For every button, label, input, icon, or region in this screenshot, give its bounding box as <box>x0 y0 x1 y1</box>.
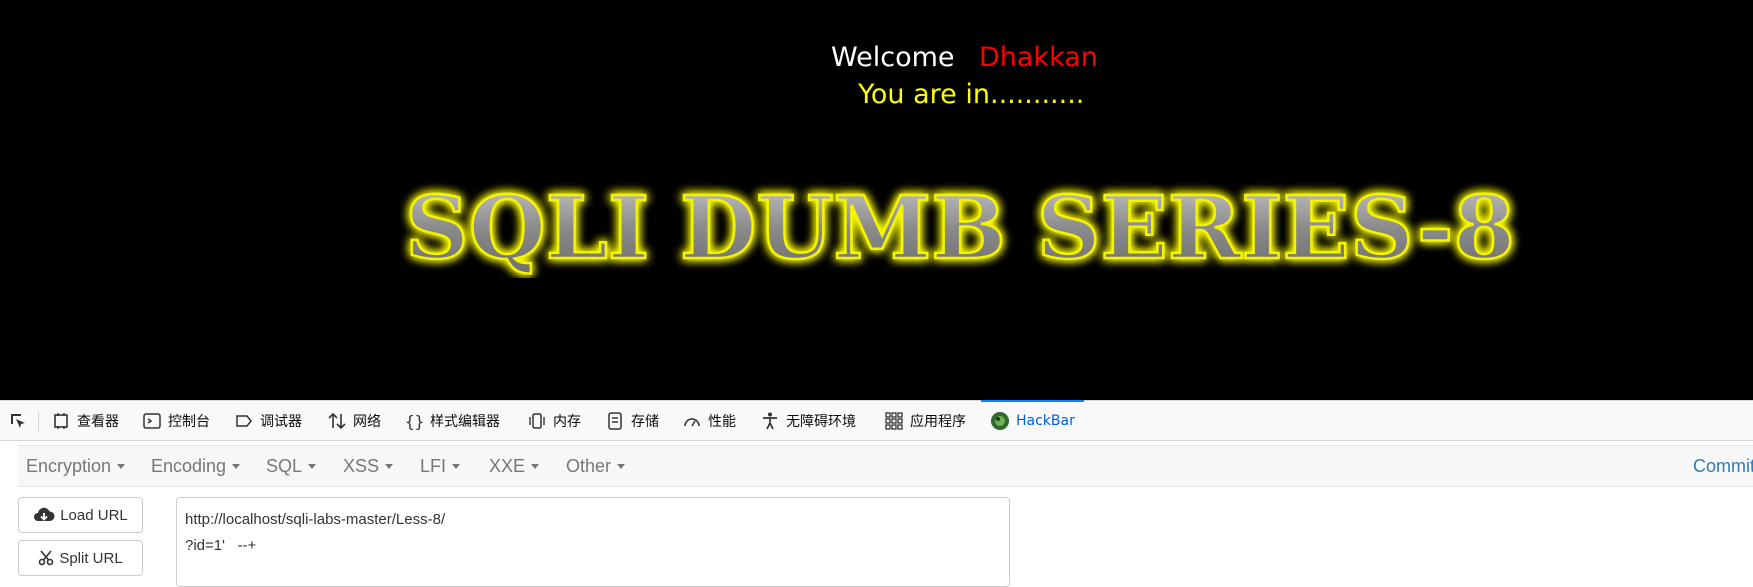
svg-text:{}: {} <box>405 412 424 431</box>
caret-down-icon <box>385 463 394 469</box>
tab-label: 调试器 <box>260 413 302 430</box>
tab-accessibility[interactable]: 无障碍环境 <box>760 401 856 440</box>
menu-encryption[interactable]: Encryption <box>26 446 126 486</box>
tab-label: 内存 <box>553 413 581 430</box>
page-content: Welcome Dhakkan You are in........... SQ… <box>0 0 1753 400</box>
tab-debugger[interactable]: 调试器 <box>234 401 302 440</box>
caret-down-icon <box>117 463 126 469</box>
tab-memory[interactable]: 内存 <box>527 401 581 440</box>
url-line: ?id=1' --+ <box>185 537 257 554</box>
performance-icon <box>684 417 700 426</box>
tab-label: 查看器 <box>77 413 119 430</box>
caret-down-icon <box>232 463 241 469</box>
status-message: You are in........... <box>858 79 1085 110</box>
tab-label: 存储 <box>631 413 659 430</box>
banner-text: SQLI DUMB SERIES-8 <box>405 178 1515 278</box>
tab-network[interactable]: 网络 <box>327 401 381 440</box>
cloud-download-icon <box>34 507 55 521</box>
tab-hackbar[interactable]: HackBar <box>981 400 1084 439</box>
tab-label: 性能 <box>708 413 736 430</box>
tab-label: HackBar <box>1016 412 1075 429</box>
menu-xss[interactable]: XSS <box>343 446 394 486</box>
tab-label: 控制台 <box>168 413 210 430</box>
button-label: Split URL <box>59 549 123 567</box>
style-editor-icon: {} <box>405 412 424 431</box>
element-picker-button[interactable] <box>8 401 28 440</box>
menu-other[interactable]: Other <box>566 446 626 486</box>
menu-lfi[interactable]: LFI <box>420 446 461 486</box>
storage-icon <box>608 411 622 430</box>
menu-label: LFI <box>420 455 447 476</box>
menu-sql[interactable]: SQL <box>266 446 317 486</box>
tab-application[interactable]: 应用程序 <box>884 401 966 440</box>
pick-element-icon <box>11 413 25 428</box>
menu-label: XXE <box>489 455 526 476</box>
hackbar-menu: Encryption Encoding SQL XSS LFI XXE Othe… <box>18 445 1753 487</box>
welcome-name: Dhakkan <box>979 42 1098 73</box>
url-line: http://localhost/sqli-labs-master/Less-8… <box>185 511 446 528</box>
menu-encoding[interactable]: Encoding <box>151 446 241 486</box>
tab-storage[interactable]: 存储 <box>605 401 659 440</box>
caret-down-icon <box>531 463 540 469</box>
tab-label: 样式编辑器 <box>430 413 500 430</box>
tab-console[interactable]: 控制台 <box>142 401 210 440</box>
tab-label: 无障碍环境 <box>786 413 856 430</box>
hackbar-icon <box>991 411 1009 430</box>
tab-performance[interactable]: 性能 <box>682 401 736 440</box>
caret-down-icon <box>617 463 626 469</box>
series-banner: SQLI DUMB SERIES-8 <box>404 178 1517 278</box>
tab-label: 应用程序 <box>910 413 966 430</box>
url-textarea[interactable]: http://localhost/sqli-labs-master/Less-8… <box>176 497 1010 587</box>
tab-label: 网络 <box>353 413 381 430</box>
menu-label: Other <box>566 455 612 476</box>
menu-label: Encoding <box>151 455 227 476</box>
commit-link[interactable]: Commit ne <box>1693 446 1753 486</box>
caret-down-icon <box>308 463 317 469</box>
console-icon <box>143 412 161 429</box>
menu-label: SQL <box>266 455 303 476</box>
scissors-icon <box>39 550 54 566</box>
menu-xxe[interactable]: XXE <box>489 446 540 486</box>
tab-inspector[interactable]: 查看器 <box>51 401 119 440</box>
application-icon <box>885 411 903 430</box>
load-url-button[interactable]: Load URL <box>18 497 143 533</box>
caret-down-icon <box>452 463 461 469</box>
menu-label: Encryption <box>26 455 112 476</box>
split-url-button[interactable]: Split URL <box>18 540 143 576</box>
accessibility-icon <box>763 412 777 429</box>
network-icon <box>328 412 346 429</box>
tab-style-editor[interactable]: {} 样式编辑器 <box>404 401 500 440</box>
toolbar-divider <box>38 411 39 431</box>
welcome-text: Welcome <box>831 42 955 73</box>
button-label: Load URL <box>60 506 128 524</box>
memory-icon <box>529 412 545 429</box>
devtools-toolbar: 查看器 控制台 调试器 网络 {} 样式编辑器 内存 存储 性能 无障碍环境 应… <box>0 400 1753 441</box>
debugger-icon <box>236 414 252 427</box>
menu-label: XSS <box>343 455 380 476</box>
inspector-icon <box>54 412 68 429</box>
